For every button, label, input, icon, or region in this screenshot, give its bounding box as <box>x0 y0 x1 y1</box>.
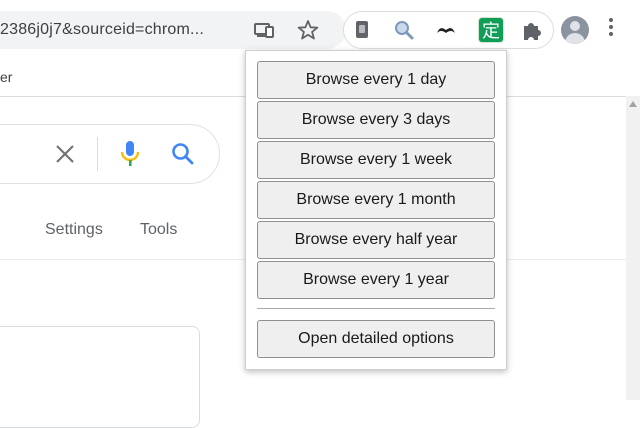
clear-search-icon[interactable] <box>54 143 76 165</box>
kanji-extension-icon[interactable]: 定 <box>478 17 504 43</box>
popup-divider <box>257 308 495 309</box>
browse-1-year-button[interactable]: Browse every 1 year <box>257 261 495 299</box>
browse-half-year-button[interactable]: Browse every half year <box>257 221 495 259</box>
voice-search-icon[interactable] <box>119 140 141 168</box>
browse-1-week-button[interactable]: Browse every 1 week <box>257 141 495 179</box>
page-scrollbar[interactable] <box>626 96 640 400</box>
open-options-button[interactable]: Open detailed options <box>257 320 495 358</box>
bookmark-item[interactable]: er <box>0 69 12 85</box>
search-divider <box>97 137 98 171</box>
bookmark-star-icon[interactable] <box>297 20 319 40</box>
browse-1-day-button[interactable]: Browse every 1 day <box>257 61 495 99</box>
url-text[interactable]: 2386j0j7&sourceid=chrom... <box>0 21 204 39</box>
avatar-body <box>565 33 585 44</box>
extensions-puzzle-icon[interactable] <box>519 17 545 43</box>
svg-text:定: 定 <box>482 21 500 42</box>
search-icon[interactable] <box>170 141 196 167</box>
tab-tools[interactable]: Tools <box>140 221 177 239</box>
browse-3-days-button[interactable]: Browse every 3 days <box>257 101 495 139</box>
result-card <box>0 326 200 428</box>
cast-device-icon[interactable] <box>253 20 275 40</box>
avatar-head <box>570 21 580 31</box>
dark-extension-icon[interactable] <box>350 18 374 42</box>
extension-popup: Browse every 1 day Browse every 3 days B… <box>245 50 507 370</box>
address-bar[interactable]: 2386j0j7&sourceid=chrom... <box>0 11 346 49</box>
profile-avatar[interactable] <box>561 16 589 44</box>
mustache-extension-icon[interactable] <box>434 18 458 42</box>
tab-settings[interactable]: Settings <box>45 221 103 239</box>
kanji-badge-icon: 定 <box>479 18 503 42</box>
search-extension-icon[interactable] <box>392 18 416 42</box>
scroll-up-arrow-icon[interactable] <box>629 101 637 107</box>
browse-1-month-button[interactable]: Browse every 1 month <box>257 181 495 219</box>
browser-menu-icon[interactable] <box>609 18 615 40</box>
